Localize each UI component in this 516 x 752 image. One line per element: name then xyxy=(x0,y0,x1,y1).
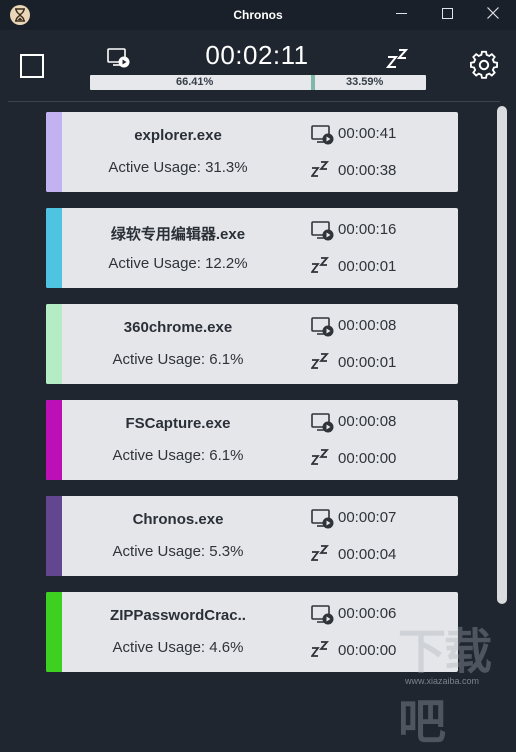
total-time: 00:02:11 xyxy=(205,40,309,70)
sleep-zz-icon xyxy=(310,543,331,568)
maximize-icon xyxy=(441,6,453,24)
screen-play-icon xyxy=(107,47,131,74)
app-color-stripe xyxy=(46,592,62,672)
app-idle-time: 00:00:00 xyxy=(338,450,397,467)
screen-play-icon xyxy=(311,316,335,343)
screen-play-icon xyxy=(311,124,335,151)
app-color-stripe xyxy=(46,112,62,192)
app-color-stripe xyxy=(46,304,62,384)
sleep-zz-icon xyxy=(310,351,331,376)
app-name: ZIPPasswordCrac.. xyxy=(110,607,246,624)
app-active-time: 00:00:07 xyxy=(338,509,397,526)
app-color-stripe xyxy=(46,400,62,480)
minimize-icon xyxy=(395,6,407,24)
app-active-usage: Active Usage: 6.1% xyxy=(112,447,244,464)
maximize-button[interactable] xyxy=(424,0,470,30)
screen-play-icon xyxy=(311,412,335,439)
stop-button[interactable] xyxy=(20,54,44,78)
close-icon xyxy=(487,6,499,24)
app-active-usage: Active Usage: 12.2% xyxy=(108,255,248,272)
screen-play-icon xyxy=(311,508,335,535)
gear-icon[interactable] xyxy=(469,50,499,85)
sleep-zz-icon xyxy=(310,255,331,280)
active-idle-progress: 66.41% 33.59% xyxy=(90,75,426,90)
sleep-zz-icon xyxy=(385,47,410,74)
app-color-stripe xyxy=(46,208,62,288)
title-bar: Chronos xyxy=(0,0,516,30)
app-name: FSCapture.exe xyxy=(125,415,231,432)
progress-marker xyxy=(311,75,316,90)
app-idle-time: 00:00:00 xyxy=(338,642,397,659)
app-active-usage: Active Usage: 6.1% xyxy=(112,351,244,368)
app-card[interactable]: ZIPPasswordCrac.. Active Usage: 4.6% 00:00… xyxy=(46,592,458,672)
app-name: 360chrome.exe xyxy=(123,319,233,336)
app-idle-time: 00:00:04 xyxy=(338,546,397,563)
app-active-usage: Active Usage: 5.3% xyxy=(112,543,244,560)
summary-header: 00:02:11 66.41% 33.59% xyxy=(0,30,516,102)
screen-play-icon xyxy=(311,220,335,247)
app-name: 绿软专用编辑器.exe xyxy=(110,226,246,243)
active-percent: 66.41% xyxy=(176,76,214,88)
app-color-stripe xyxy=(46,496,62,576)
minimize-button[interactable] xyxy=(378,0,424,30)
watermark-url: www.xiazaiba.com xyxy=(405,676,480,686)
app-active-time: 00:00:16 xyxy=(338,221,397,238)
app-name: explorer.exe xyxy=(134,127,222,144)
app-card[interactable]: Chronos.exe Active Usage: 5.3% 00:00:07 00:… xyxy=(46,496,458,576)
scrollbar[interactable] xyxy=(497,106,507,604)
app-idle-time: 00:00:01 xyxy=(338,258,397,275)
close-button[interactable] xyxy=(470,0,516,30)
sleep-zz-icon xyxy=(310,639,331,664)
app-card[interactable]: explorer.exe Active Usage: 31.3% 00:00:41 0… xyxy=(46,112,458,192)
app-card[interactable]: 绿软专用编辑器.exe Active Usage: 12.2% 00:00:16 00… xyxy=(46,208,458,288)
app-active-usage: Active Usage: 4.6% xyxy=(112,639,244,656)
app-idle-time: 00:00:38 xyxy=(338,162,397,179)
divider xyxy=(8,101,500,102)
sleep-zz-icon xyxy=(310,159,331,184)
app-name: Chronos.exe xyxy=(132,511,224,528)
app-active-time: 00:00:06 xyxy=(338,605,397,622)
app-active-time: 00:00:08 xyxy=(338,317,397,334)
screen-play-icon xyxy=(311,604,335,631)
sleep-zz-icon xyxy=(310,447,331,472)
app-active-usage: Active Usage: 31.3% xyxy=(108,159,248,176)
app-active-time: 00:00:08 xyxy=(338,413,397,430)
app-idle-time: 00:00:01 xyxy=(338,354,397,371)
app-card[interactable]: 360chrome.exe Active Usage: 6.1% 00:00:08 0… xyxy=(46,304,458,384)
idle-percent: 33.59% xyxy=(346,76,384,88)
app-active-time: 00:00:41 xyxy=(338,125,397,142)
app-card[interactable]: FSCapture.exe Active Usage: 6.1% 00:00:08 0… xyxy=(46,400,458,480)
